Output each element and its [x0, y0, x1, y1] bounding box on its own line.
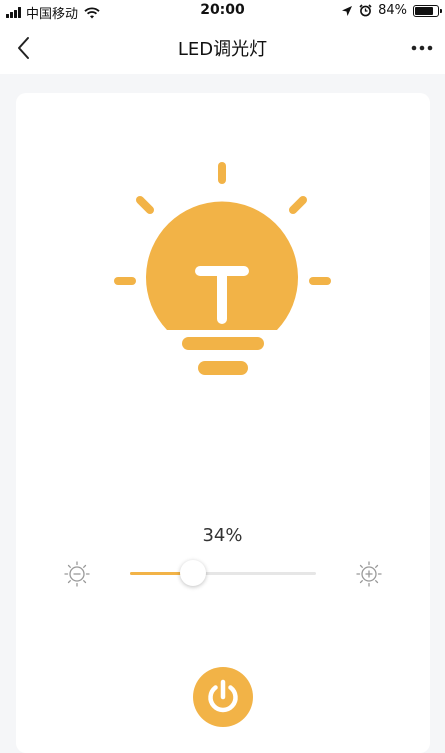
brightness-slider-thumb[interactable]: [180, 560, 207, 586]
power-icon: [208, 679, 238, 713]
brightness-increase-icon[interactable]: [355, 560, 383, 588]
brightness-slider-row: [0, 552, 445, 594]
light-bulb-icon[interactable]: [0, 0, 445, 400]
power-button[interactable]: [193, 667, 253, 727]
brightness-decrease-icon[interactable]: [63, 560, 91, 588]
brightness-slider[interactable]: [130, 560, 316, 586]
light-bulb-display: [0, 0, 445, 400]
brightness-percent: 34%: [202, 525, 243, 546]
